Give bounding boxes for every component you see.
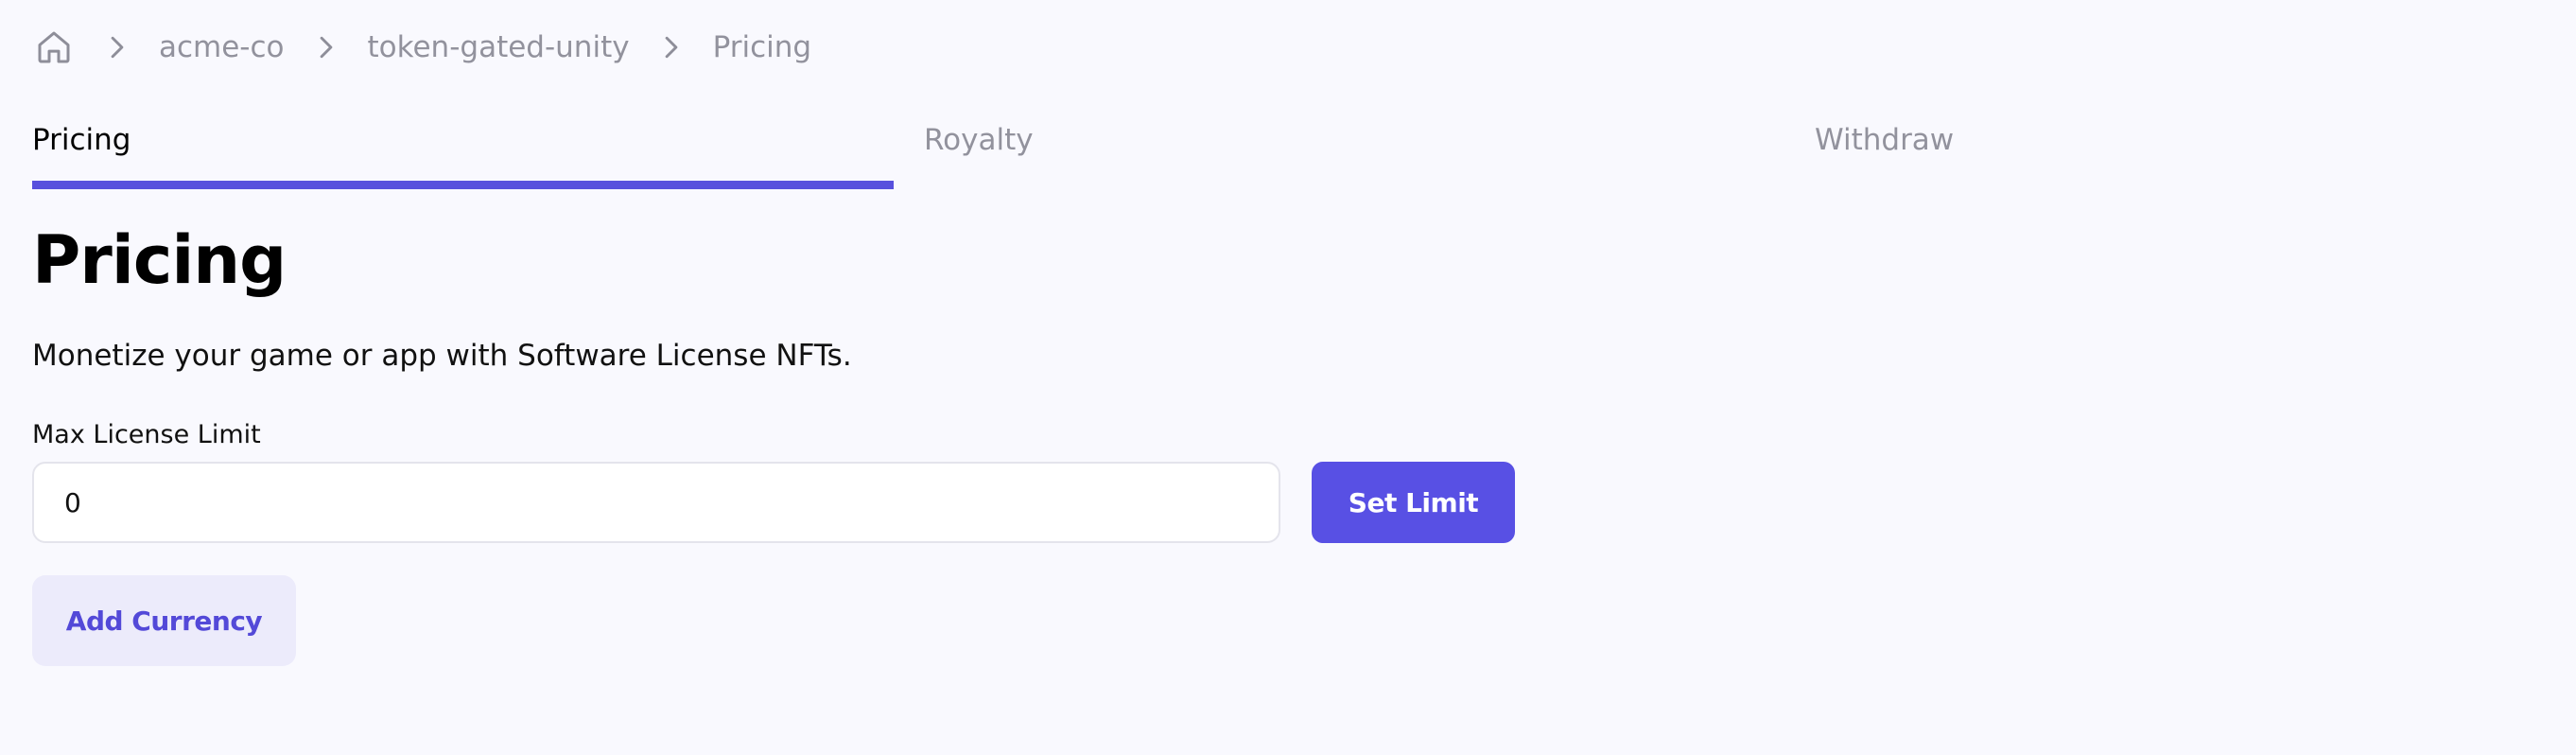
max-license-limit-label: Max License Limit [32,420,261,449]
tab-bar: Pricing Royalty Withdraw [32,123,2576,189]
breadcrumb: acme-co token-gated-unity Pricing [32,21,811,74]
tab-pricing[interactable]: Pricing [32,123,894,189]
max-license-limit-input[interactable] [32,462,1280,543]
page-title: Pricing [32,221,287,299]
breadcrumb-item-acme-co[interactable]: acme-co [159,30,285,64]
breadcrumb-item-pricing[interactable]: Pricing [713,30,812,64]
tab-royalty[interactable]: Royalty [924,123,1034,189]
chevron-right-icon [658,34,685,61]
pricing-page: acme-co token-gated-unity Pricing Pricin… [0,0,2576,755]
tab-withdraw[interactable]: Withdraw [1815,123,1954,189]
set-limit-button[interactable]: Set Limit [1312,462,1515,543]
page-description: Monetize your game or app with Software … [32,339,852,373]
active-tab-indicator [32,181,894,189]
home-icon[interactable] [32,26,76,69]
chevron-right-icon [313,34,339,61]
breadcrumb-item-token-gated-unity[interactable]: token-gated-unity [368,30,630,64]
add-currency-button[interactable]: Add Currency [32,575,296,666]
chevron-right-icon [104,34,131,61]
